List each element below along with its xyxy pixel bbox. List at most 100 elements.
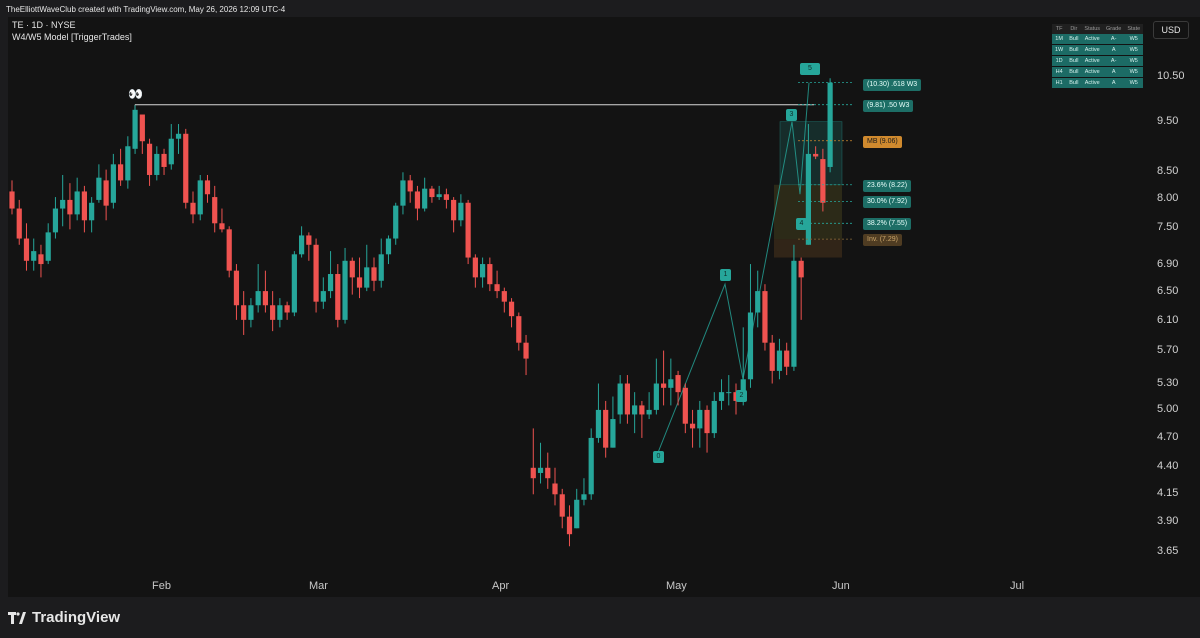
- candle-body: [270, 305, 276, 320]
- tradingview-logo-icon: [8, 611, 26, 624]
- candle-body: [241, 305, 247, 320]
- candle-body: [646, 409, 652, 415]
- candle-body: [110, 164, 116, 203]
- candle-body: [96, 177, 102, 200]
- eyes-icon: 👀: [128, 87, 143, 101]
- candle-body: [617, 383, 623, 415]
- level-fib-30-label: 30.0% (7.92): [863, 196, 912, 208]
- candle-body: [81, 191, 87, 221]
- candle-body: [668, 379, 674, 388]
- chart-pane[interactable]: TE · 1D · NYSE W4/W5 Model [TriggerTrade…: [8, 17, 1145, 597]
- time-axis[interactable]: Feb Mar Apr May Jun Jul: [8, 572, 1145, 597]
- cell: 1M: [1052, 34, 1067, 45]
- candle-body: [175, 133, 182, 139]
- wave-label-2: 2: [736, 390, 747, 402]
- candle-body: [494, 284, 500, 292]
- time-tick: Feb: [152, 580, 171, 592]
- candle-body: [639, 405, 645, 415]
- wave-label-3: 3: [786, 109, 797, 121]
- tradingview-logo[interactable]: TradingView: [8, 609, 120, 626]
- candle-body: [508, 301, 515, 317]
- candle-body: [23, 238, 30, 261]
- price-tick: 6.50: [1157, 285, 1179, 297]
- level-mb-label: MB (9.06): [863, 136, 902, 148]
- candle-body: [718, 392, 725, 401]
- candle-body: [784, 350, 790, 367]
- candle-body: [385, 238, 392, 255]
- candle-body: [697, 409, 703, 429]
- header-state: State: [1124, 24, 1144, 34]
- candle-body: [9, 191, 15, 209]
- candle-body: [603, 409, 609, 448]
- candle-body: [747, 312, 754, 380]
- cell: Active: [1081, 55, 1104, 67]
- candle-body: [661, 383, 667, 388]
- table-row: H4 Bull Active A W5: [1052, 66, 1144, 78]
- cell: Bull: [1066, 77, 1082, 89]
- candle-body: [212, 197, 218, 224]
- candle-body: [67, 199, 73, 215]
- wave-label-5: 5: [800, 63, 820, 75]
- cell: Active: [1081, 66, 1104, 78]
- candle-body: [472, 257, 478, 278]
- cell: Bull: [1066, 55, 1082, 67]
- candle-body: [422, 188, 428, 209]
- candle-body: [219, 223, 225, 230]
- cell: 1D: [1052, 55, 1067, 67]
- candle-body: [566, 516, 573, 535]
- price-axis[interactable]: USD 10.50 9.50 8.50 8.00 7.50 6.90 6.50 …: [1145, 17, 1200, 597]
- cell: H4: [1052, 66, 1067, 78]
- time-tick: May: [666, 580, 687, 592]
- price-tick: 3.90: [1157, 515, 1179, 527]
- candle-body: [480, 264, 486, 278]
- candle-body: [675, 375, 681, 393]
- candle-body: [60, 199, 66, 209]
- time-tick: Jul: [1010, 580, 1025, 592]
- cell: A: [1103, 77, 1125, 89]
- candle-body: [38, 254, 44, 265]
- candlestick-chart[interactable]: [8, 17, 1145, 572]
- price-tick: 10.50: [1157, 70, 1185, 82]
- candle-body: [168, 138, 174, 165]
- candle-body: [378, 254, 384, 281]
- cell: W5: [1124, 66, 1144, 78]
- candle-body: [154, 153, 160, 175]
- level-fib-382-label: 38.2% (7.55): [863, 218, 912, 230]
- price-tick: 6.90: [1157, 258, 1179, 270]
- header-tf: TF: [1052, 24, 1067, 34]
- candle-body: [190, 202, 196, 215]
- candle-body: [103, 180, 109, 206]
- candle-body: [52, 208, 59, 233]
- cell: W5: [1124, 44, 1144, 56]
- candle-body: [284, 305, 290, 313]
- candle-body: [393, 205, 399, 239]
- candle-body: [407, 180, 413, 192]
- candle-body: [769, 342, 775, 371]
- cell: A: [1103, 44, 1125, 56]
- tradingview-window: TheElliottWaveClub created with TradingV…: [0, 0, 1200, 638]
- table-row: H1 Bull Active A W5: [1052, 77, 1144, 89]
- candle-body: [516, 316, 522, 343]
- candle-body: [277, 305, 283, 320]
- candle-body: [400, 180, 406, 206]
- candle-body: [335, 274, 341, 320]
- cell: Active: [1081, 77, 1104, 89]
- candles: [9, 78, 833, 547]
- cell: 1W: [1052, 44, 1067, 56]
- candle-body: [776, 350, 783, 371]
- candle-body: [581, 494, 587, 500]
- candle-body: [559, 494, 565, 517]
- level-inv-label: Inv. (7.29): [863, 234, 902, 246]
- level-w3-618-label: (10.30) .618 W3: [863, 79, 922, 91]
- time-tick: Jun: [832, 580, 850, 592]
- candle-body: [487, 264, 493, 285]
- candle-body: [451, 199, 457, 221]
- candle-body: [89, 202, 95, 221]
- candle-body: [726, 392, 732, 394]
- attribution-text: TheElliottWaveClub created with TradingV…: [6, 5, 286, 14]
- candle-body: [248, 305, 254, 320]
- currency-button[interactable]: USD: [1153, 21, 1189, 39]
- candle-body: [653, 383, 659, 410]
- header-dir: Dir: [1066, 24, 1082, 34]
- candle-body: [291, 254, 297, 313]
